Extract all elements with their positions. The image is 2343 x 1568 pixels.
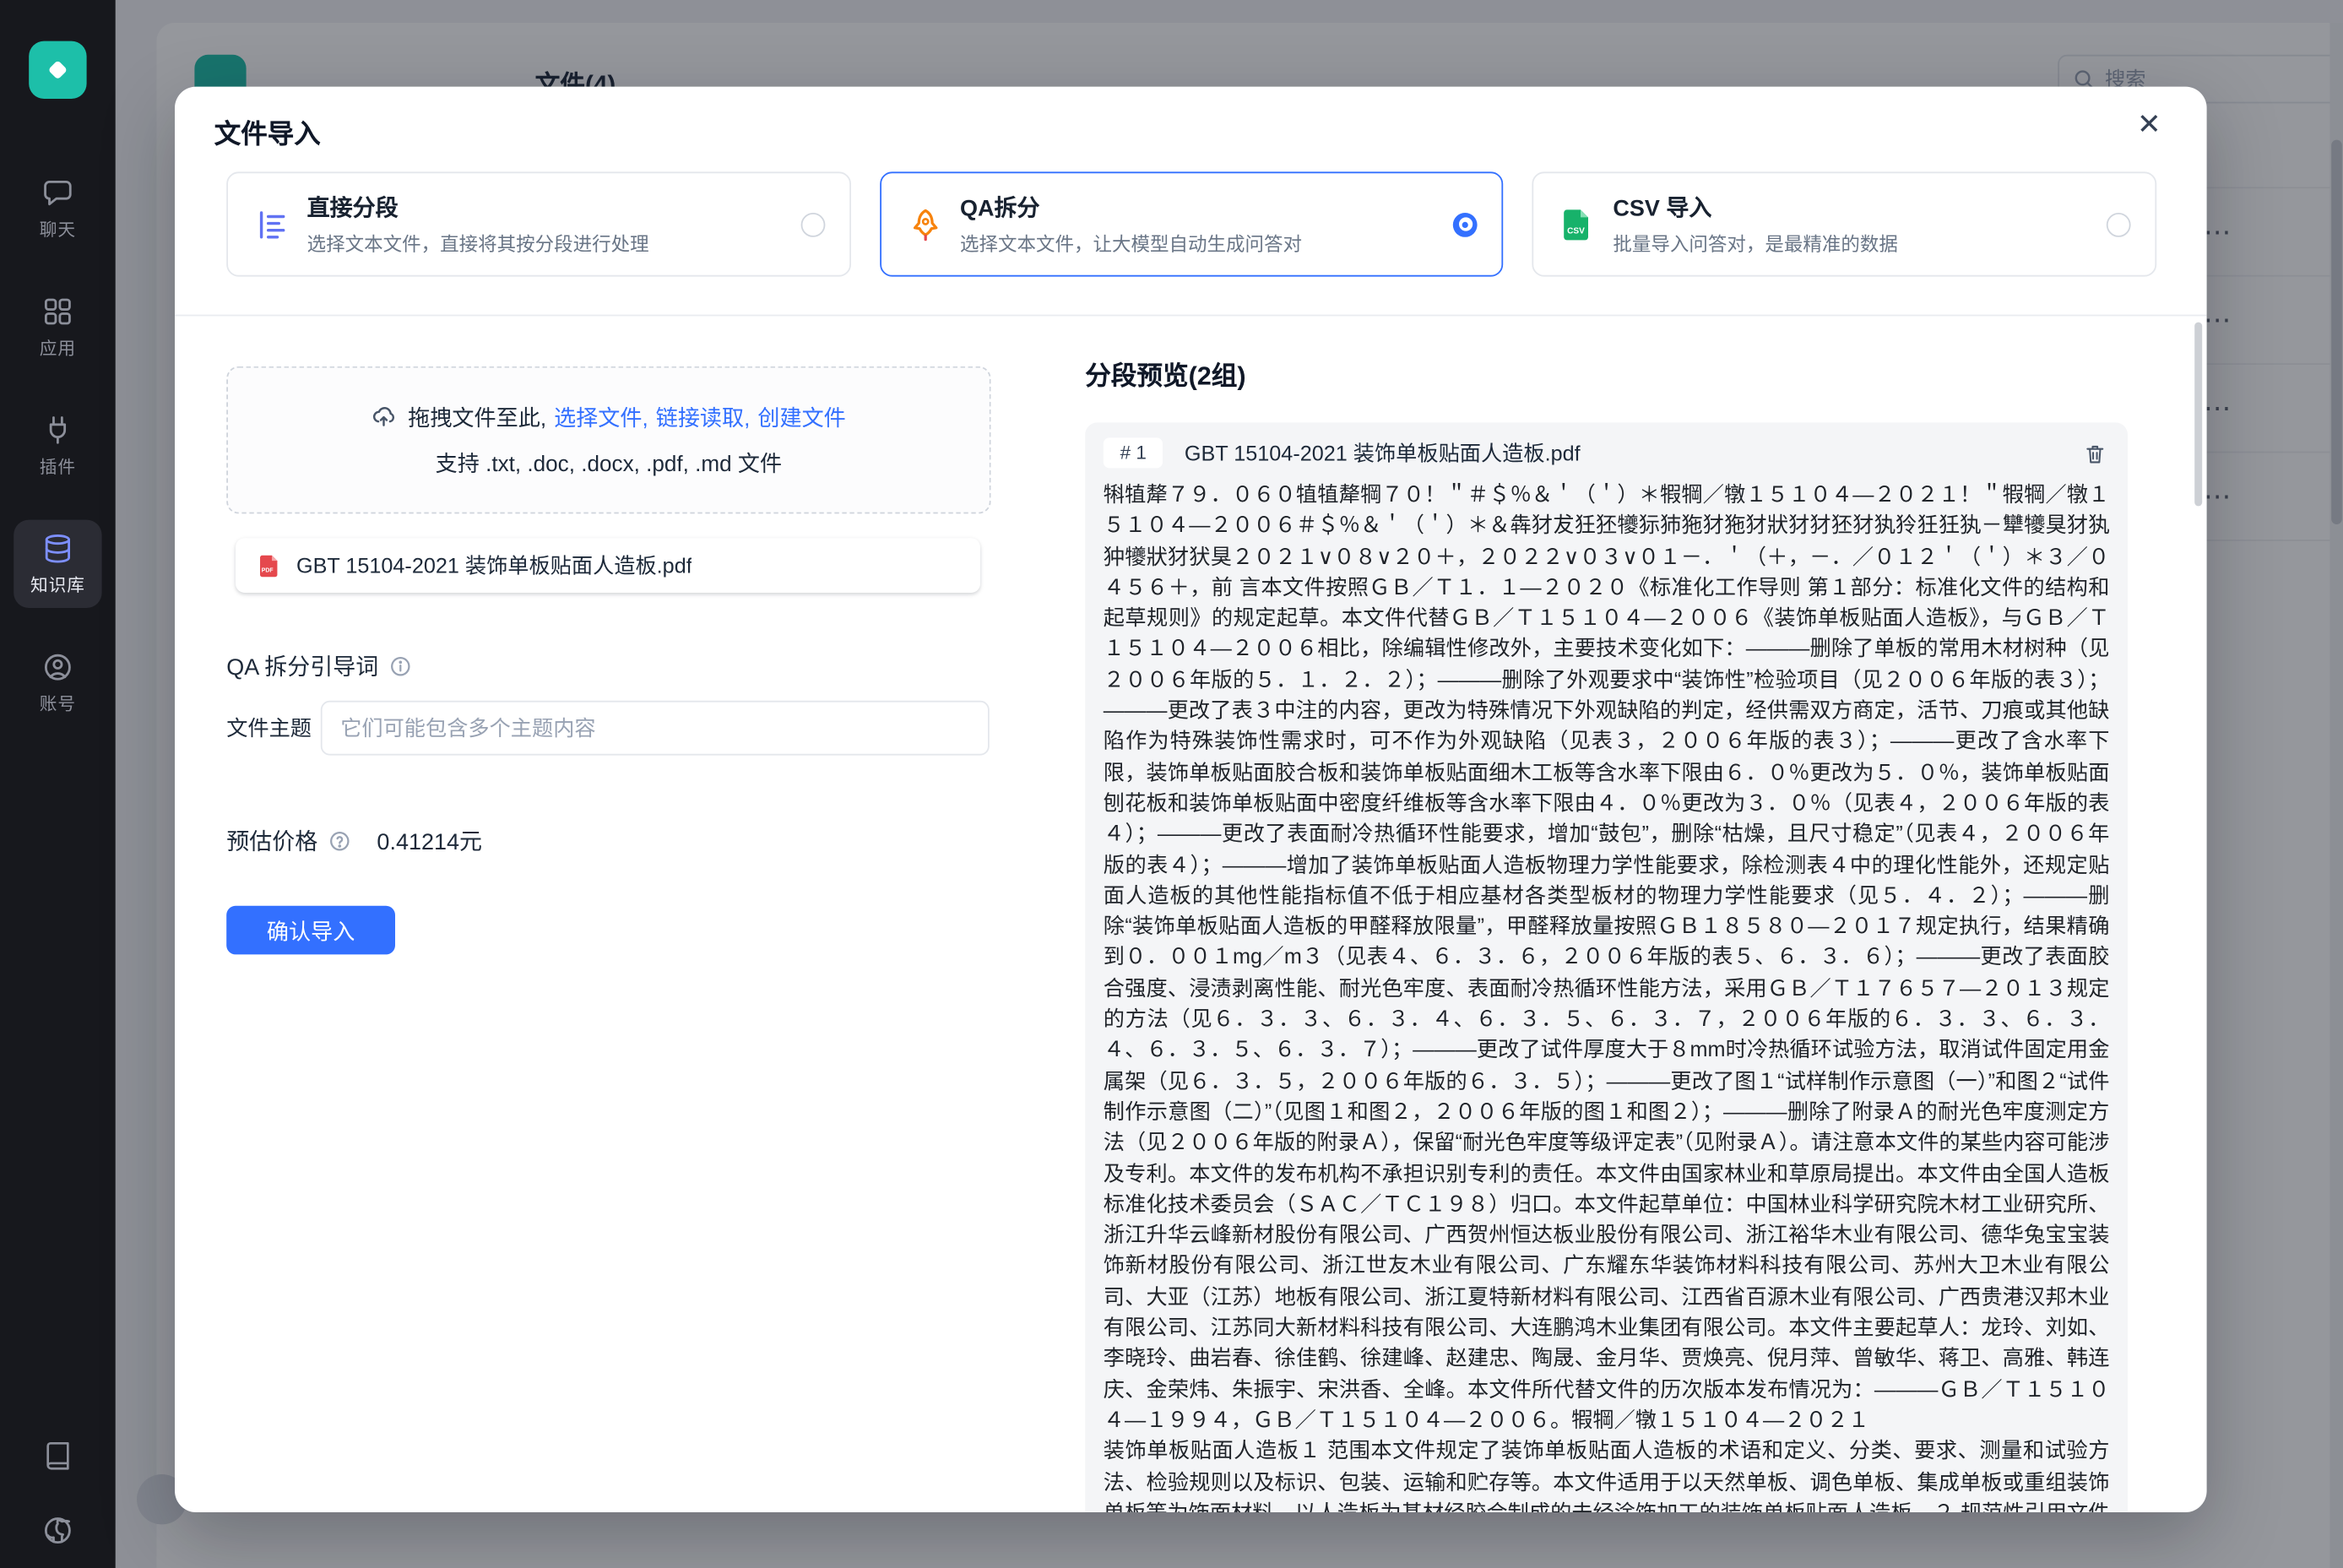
sidebar-item-label: 聊天 <box>40 217 76 241</box>
radio-checked[interactable] <box>1453 212 1478 236</box>
preview-chunk-card: # 1 GBT 15104-2021 装饰单板贴面人造板.pdf 犐犆犛７９．０… <box>1085 422 2128 1512</box>
segment-icon <box>252 206 292 242</box>
trash-icon[interactable] <box>2080 438 2109 467</box>
radio-unchecked[interactable] <box>800 212 825 236</box>
dataset-icon <box>41 532 75 566</box>
file-topic-input[interactable] <box>321 701 990 756</box>
sidebar-bottom <box>41 1440 75 1548</box>
segment-preview-title: 分段预览(2组) <box>1085 354 1245 392</box>
mode-title: QA拆分 <box>960 192 1302 224</box>
chat-icon <box>41 176 75 210</box>
uploaded-file-item[interactable]: PDF GBT 15104-2021 装饰单板贴面人造板.pdf <box>236 538 980 593</box>
chunk-source-name: GBT 15104-2021 装饰单板贴面人造板.pdf <box>1185 437 1581 468</box>
mode-card-direct-segment[interactable]: 直接分段 选择文本文件，直接将其按分段进行处理 <box>226 171 850 276</box>
sidebar-item-apps[interactable]: 应用 <box>14 283 101 371</box>
apps-icon <box>41 295 75 328</box>
supported-types-label: 支持 .txt, .doc, .docx, .pdf, .md 文件 <box>436 447 782 479</box>
estimated-price-label: 预估价格 <box>226 825 317 857</box>
link-read-link[interactable]: 链接读取, <box>656 401 751 433</box>
modal-title: 文件导入 <box>214 114 321 152</box>
account-icon <box>41 650 75 684</box>
mode-desc: 选择文本文件，直接将其按分段进行处理 <box>307 228 649 257</box>
pdf-file-icon: PDF <box>257 552 283 578</box>
chunk-paragraph: 犐犆犛７９．０６０犆犆犛犅７０！＂＃＄％＆＇（＇）＊犌犅／犜１５１０４—２０２１… <box>1104 479 2110 1435</box>
sidebar-item-dataset[interactable]: 知识库 <box>14 520 101 608</box>
chunk-paragraph: 装饰单板贴面人造板１ 范围本文件规定了装饰单板贴面人造板的术语和定义、分类、要求… <box>1104 1435 2110 1512</box>
rocket-icon <box>905 206 945 242</box>
divider <box>175 315 2207 317</box>
app-logo[interactable] <box>29 41 86 99</box>
upload-cloud-icon <box>372 404 398 431</box>
sidebar-item-label: 账号 <box>40 692 76 716</box>
plugin-icon <box>41 414 75 448</box>
drag-label: 拖拽文件至此, <box>408 401 546 433</box>
chunk-content: 犐犆犛７９．０６０犆犆犛犅７０！＂＃＄％＆＇（＇）＊犌犅／犜１５１０４—２０２１… <box>1104 479 2110 1512</box>
qa-prompt-label: QA 拆分引导词 <box>226 650 378 682</box>
file-topic-label: 文件主题 <box>226 713 321 743</box>
sidebar-item-label: 知识库 <box>30 573 85 598</box>
file-topic-field-row: 文件主题 <box>226 701 990 756</box>
mode-card-qa-split[interactable]: QA拆分 选择文本文件，让大模型自动生成问答对 <box>880 171 1504 276</box>
help-icon[interactable] <box>328 830 351 853</box>
sidebar-item-chat[interactable]: 聊天 <box>14 164 101 252</box>
mode-title: CSV 导入 <box>1613 192 1898 224</box>
sidebar-nav: 聊天 应用 插件 知识库 <box>14 164 101 726</box>
logo-icon <box>41 53 75 87</box>
sidebar-item-plugins[interactable]: 插件 <box>14 401 101 489</box>
info-icon[interactable] <box>389 655 412 678</box>
mode-desc: 选择文本文件，让大模型自动生成问答对 <box>960 228 1302 257</box>
sidebar-item-account[interactable]: 账号 <box>14 638 101 726</box>
app-sidebar: 聊天 应用 插件 知识库 <box>0 0 116 1568</box>
confirm-import-button[interactable]: 确认导入 <box>226 906 395 955</box>
sidebar-item-label: 插件 <box>40 454 76 479</box>
uploaded-file-name: GBT 15104-2021 装饰单板贴面人造板.pdf <box>296 551 692 581</box>
mode-desc: 批量导入问答对，是最精准的数据 <box>1613 228 1898 257</box>
select-file-link[interactable]: 选择文件, <box>554 401 648 433</box>
chunk-index-badge: # 1 <box>1104 437 1163 468</box>
file-import-modal: 文件导入 ✕ 直接分段 选择文本文件，直接将其按分段进行处理 QA拆分 <box>175 87 2207 1512</box>
estimated-price-row: 预估价格 0.41214元 <box>226 825 482 857</box>
csv-file-icon: CSV <box>1559 206 1598 242</box>
radio-unchecked[interactable] <box>2107 212 2131 236</box>
create-file-link[interactable]: 创建文件 <box>757 401 845 433</box>
screen: 聊天 应用 插件 知识库 <box>0 0 2343 1568</box>
mode-card-csv-import[interactable]: CSV CSV 导入 批量导入问答对，是最精准的数据 <box>1532 171 2156 276</box>
mode-title: 直接分段 <box>307 192 649 224</box>
file-dropzone[interactable]: 拖拽文件至此, 选择文件, 链接读取, 创建文件 支持 .txt, .doc, … <box>226 366 990 514</box>
github-icon[interactable] <box>41 1514 75 1548</box>
import-mode-cards: 直接分段 选择文本文件，直接将其按分段进行处理 QA拆分 选择文本文件，让大模型… <box>226 171 2156 276</box>
docs-icon[interactable] <box>42 1440 74 1472</box>
estimated-price-value: 0.41214元 <box>377 825 482 857</box>
svg-text:PDF: PDF <box>262 567 274 573</box>
svg-text:CSV: CSV <box>1568 225 1586 235</box>
close-icon[interactable]: ✕ <box>2125 105 2173 146</box>
chunk-header: # 1 GBT 15104-2021 装饰单板贴面人造板.pdf <box>1104 437 2110 468</box>
modal-scrollbar-thumb[interactable] <box>2194 323 2202 507</box>
qa-prompt-section-title: QA 拆分引导词 <box>226 650 412 682</box>
sidebar-item-label: 应用 <box>40 336 76 361</box>
